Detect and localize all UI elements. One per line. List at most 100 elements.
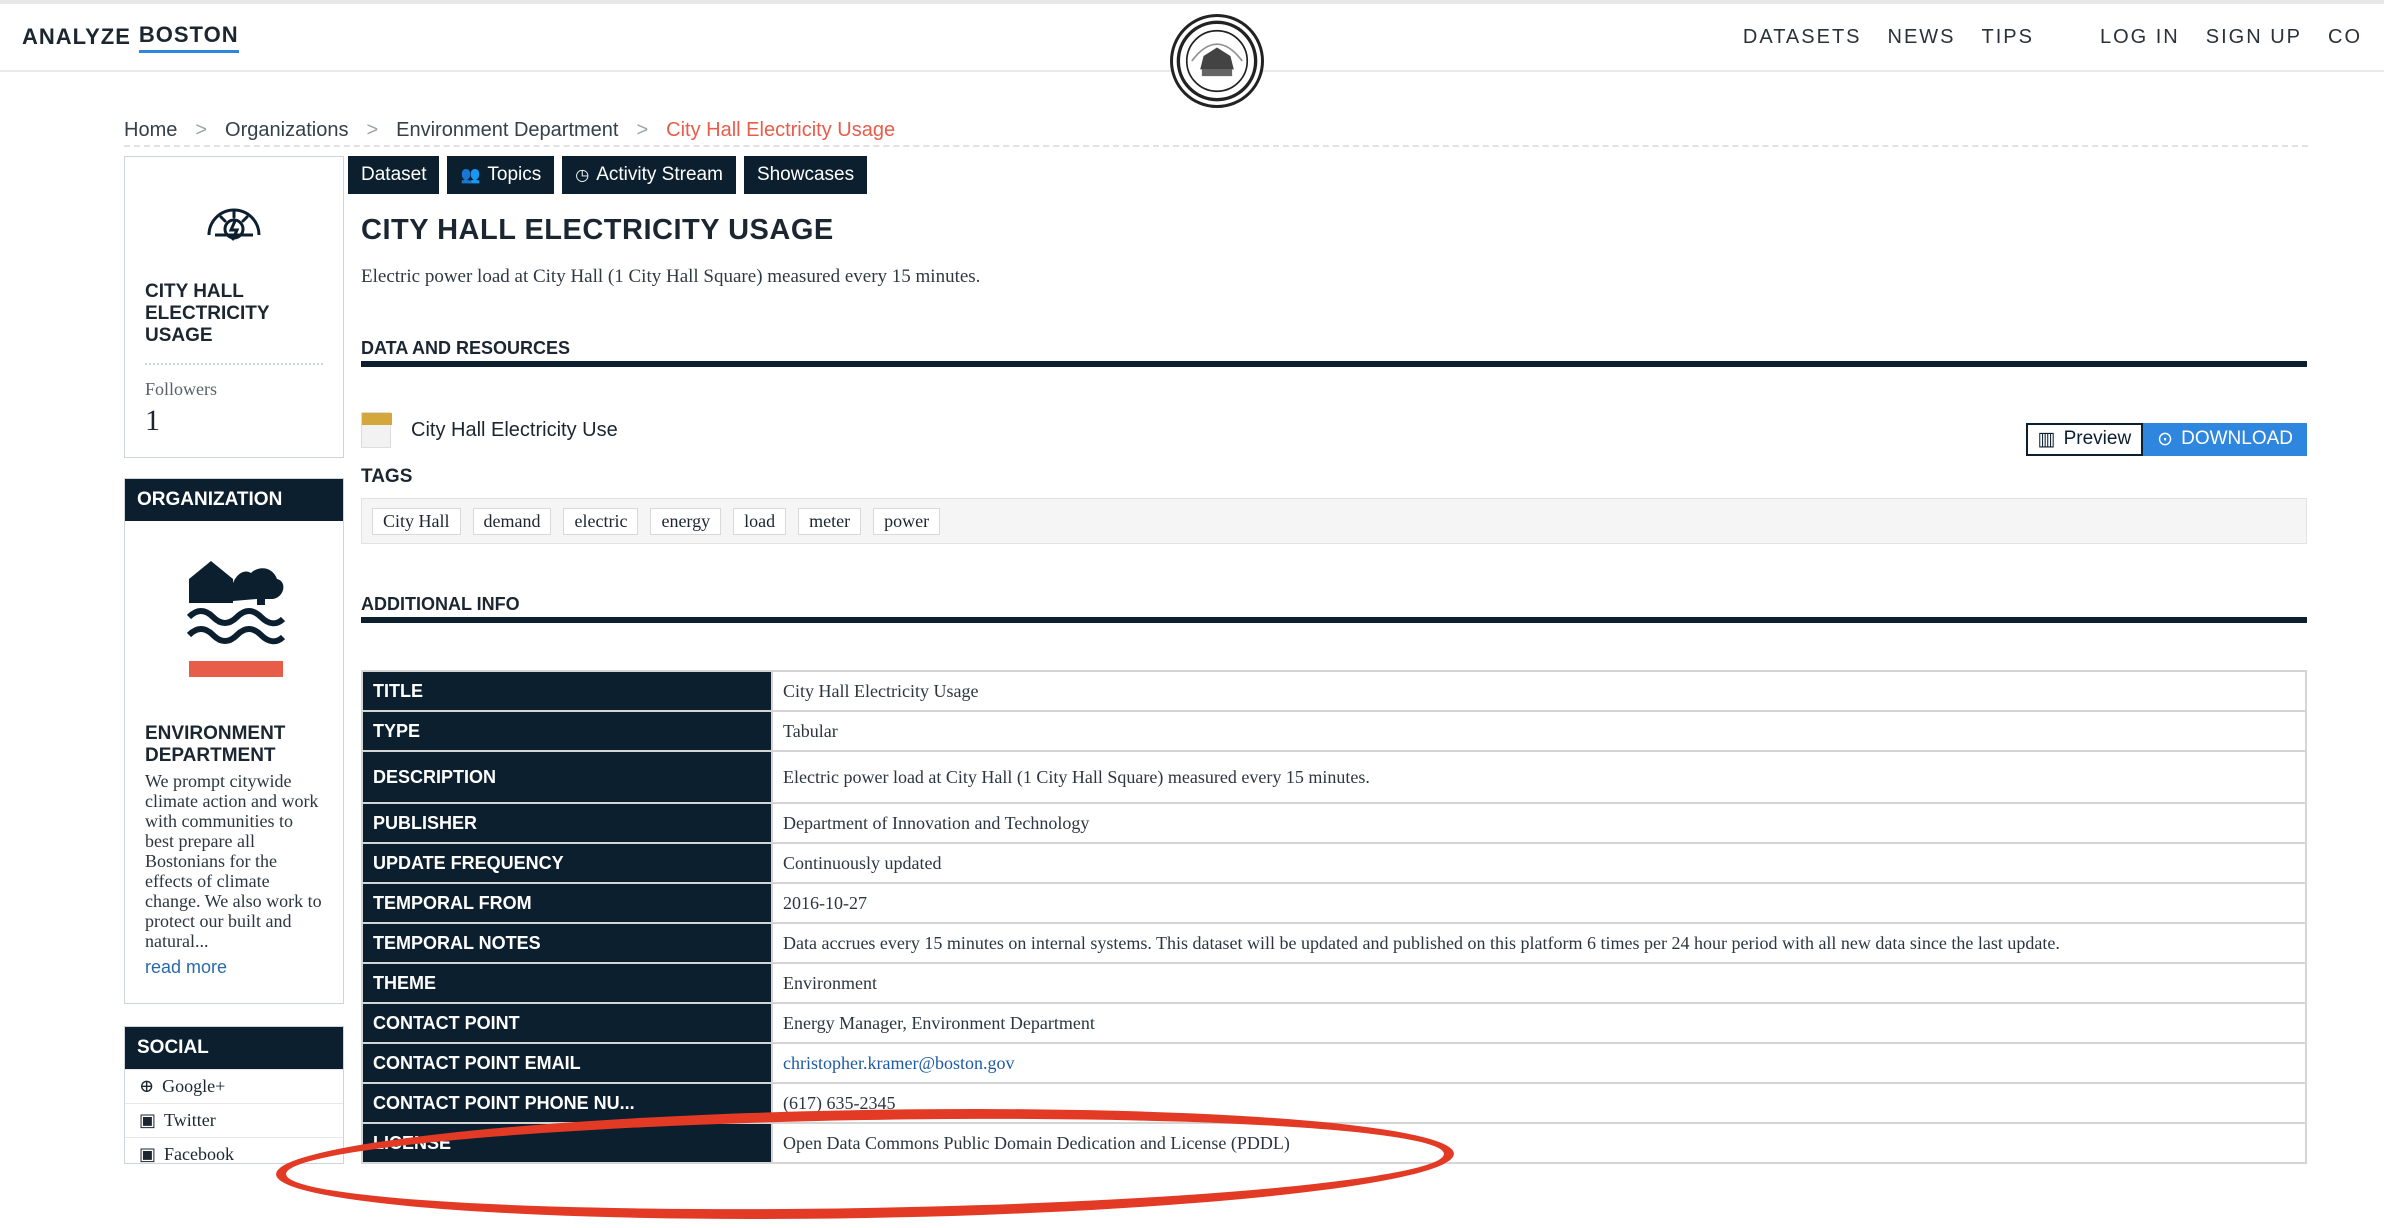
brand-part-1: ANALYZE [22,24,131,49]
organization-header: ORGANIZATION [125,479,343,521]
table-row: CONTACT POINT Energy Manager, Environmen… [361,1002,2307,1044]
table-row: PUBLISHER Department of Innovation and T… [361,802,2307,844]
facebook-icon: ▣ [139,1144,157,1164]
info-value: Data accrues every 15 minutes on interna… [771,922,2307,964]
email-link-text: christopher.kramer@boston.gov [783,1052,1015,1073]
info-value: 2016-10-27 [771,882,2307,924]
contact-email-link[interactable]: christopher.kramer@boston.gov [771,1042,2307,1084]
info-key: TYPE [361,710,773,752]
users-icon: 👥 [460,167,481,184]
info-key: DESCRIPTION [361,750,773,804]
nav-login[interactable]: LOG IN [2100,26,2180,49]
followers-label: Followers [145,379,217,399]
nav-tips[interactable]: TIPS [1982,26,2034,49]
info-key: THEME [361,962,773,1004]
top-nav: DATASETS NEWS TIPS LOG IN SIGN UP CO [1743,26,2362,49]
info-value: City Hall Electricity Usage [771,670,2307,712]
info-key: UPDATE FREQUENCY [361,842,773,884]
info-key: TEMPORAL NOTES [361,922,773,964]
info-value: Tabular [771,710,2307,752]
tag[interactable]: load [733,507,787,535]
nav-truncated[interactable]: CO [2328,26,2362,49]
table-row: TEMPORAL NOTES Data accrues every 15 min… [361,922,2307,964]
table-row: THEME Environment [361,962,2307,1004]
tab-showcases[interactable]: Showcases [743,156,868,194]
social-label: Google+ [162,1076,226,1096]
tag[interactable]: electric [563,507,639,535]
info-value: Continuously updated [771,842,2307,884]
breadcrumb-separator: > [366,118,379,141]
tag[interactable]: meter [798,507,862,535]
tag[interactable]: energy [650,507,722,535]
tag[interactable]: City Hall [372,507,461,535]
table-row: TEMPORAL FROM 2016-10-27 [361,882,2307,924]
tags-label: TAGS [361,466,413,487]
table-row: TYPE Tabular [361,710,2307,752]
info-value: Department of Innovation and Technology [771,802,2307,844]
organization-card: ORGANIZATION ENVIRONMENT DEPARTMENT We p… [124,478,344,1004]
breadcrumb-separator: > [195,118,208,141]
breadcrumb: Home > Organizations > Environment Depar… [124,115,2308,147]
social-google-plus[interactable]: ⊕ Google+ [125,1069,343,1103]
info-key: TEMPORAL FROM [361,882,773,924]
city-seal-logo[interactable] [1170,14,1264,108]
info-key: CONTACT POINT [361,1002,773,1044]
tags-list: City Hall demand electric energy load me… [361,498,2307,544]
tag[interactable]: demand [472,507,552,535]
table-row: DESCRIPTION Electric power load at City … [361,750,2307,804]
dataset-tabs: Dataset 👥 Topics ◷ Activity Stream Showc… [348,156,868,194]
breadcrumb-current[interactable]: City Hall Electricity Usage [666,119,895,142]
electricity-dial-icon [145,195,323,247]
additional-info-table: TITLE City Hall Electricity Usage TYPE T… [361,670,2307,1164]
page-title: CITY HALL ELECTRICITY USAGE [361,214,834,246]
nav-signup[interactable]: SIGN UP [2206,26,2302,49]
breadcrumb-organizations[interactable]: Organizations [225,119,348,142]
twitter-icon: ▣ [139,1110,157,1130]
download-icon: ⊙ [2157,428,2174,450]
organization-name[interactable]: ENVIRONMENT DEPARTMENT [145,723,323,767]
resource-actions: ▥ Preview ⊙ DOWNLOAD [2025,422,2307,456]
dataset-summary-card: CITY HALL ELECTRICITY USAGE Followers 1 [124,156,344,458]
table-row: TITLE City Hall Electricity Usage [361,670,2307,712]
info-key: CONTACT POINT EMAIL [361,1042,773,1084]
preview-label: Preview [2063,428,2132,449]
nav-news[interactable]: NEWS [1888,26,1956,49]
breadcrumb-environment-department[interactable]: Environment Department [396,119,618,142]
tab-label: Showcases [756,164,855,185]
tab-label: Dataset [361,164,427,185]
csv-file-icon [361,412,392,448]
brand[interactable]: ANALYZE BOSTON [22,22,239,53]
tab-topics[interactable]: 👥 Topics [447,156,555,194]
breadcrumb-separator: > [636,118,649,141]
preview-button[interactable]: ▥ Preview [2025,422,2144,456]
table-row: CONTACT POINT EMAIL christopher.kramer@b… [361,1042,2307,1084]
clock-icon: ◷ [575,167,590,184]
section-data-and-resources: DATA AND RESOURCES [361,338,2307,367]
dataset-title-small: CITY HALL ELECTRICITY USAGE [145,281,270,346]
read-more-link[interactable]: read more [145,957,323,978]
resource-name[interactable]: City Hall Electricity Use [411,419,618,442]
social-label: Twitter [164,1110,216,1130]
social-header: SOCIAL [125,1027,343,1069]
bar-chart-icon: ▥ [2037,428,2056,450]
google-plus-icon: ⊕ [139,1076,155,1096]
divider [145,363,323,365]
brand-part-2: BOSTON [138,22,239,53]
download-label: DOWNLOAD [2181,428,2293,449]
page-description: Electric power load at City Hall (1 City… [361,266,981,287]
download-button[interactable]: ⊙ DOWNLOAD [2143,422,2307,456]
tab-label: Activity Stream [596,164,723,185]
tab-dataset[interactable]: Dataset [348,156,440,194]
nav-datasets[interactable]: DATASETS [1743,26,1862,49]
seal-icon [1176,20,1258,102]
followers-count: 1 [145,404,160,437]
info-key: TITLE [361,670,773,712]
info-value: Environment [771,962,2307,1004]
tag[interactable]: power [873,507,941,535]
breadcrumb-home[interactable]: Home [124,119,177,142]
tab-activity-stream[interactable]: ◷ Activity Stream [562,156,736,194]
table-row: UPDATE FREQUENCY Continuously updated [361,842,2307,884]
section-additional-info: ADDITIONAL INFO [361,594,2307,623]
info-value: Electric power load at City Hall (1 City… [771,750,2307,804]
social-twitter[interactable]: ▣ Twitter [125,1103,343,1137]
